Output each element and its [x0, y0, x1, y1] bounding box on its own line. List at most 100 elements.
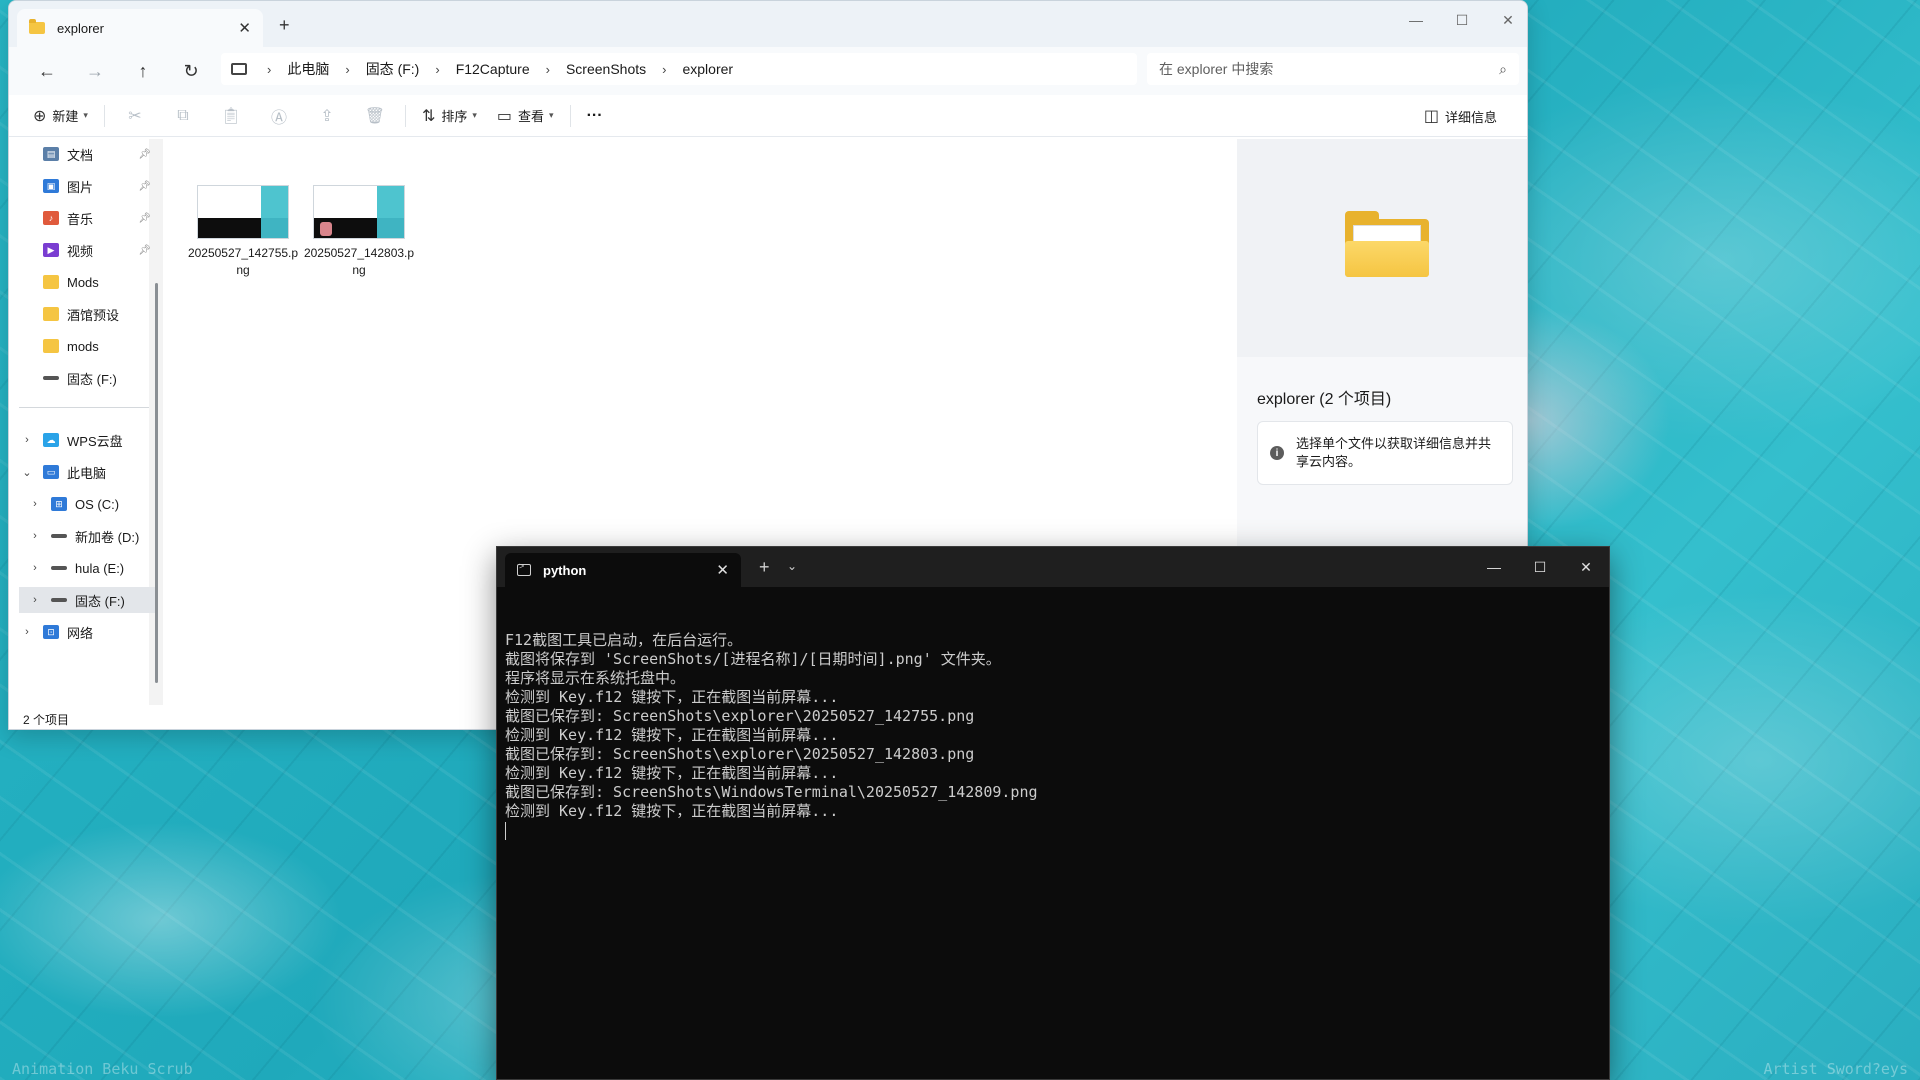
sidebar-item[interactable]: 酒馆预设 — [9, 301, 157, 327]
sidebar-item-label: 视频 — [67, 243, 94, 259]
terminal-line: 检测到 Key.f12 键按下，正在截图当前屏幕... — [505, 802, 839, 820]
file-item[interactable]: 20250527_142803.png — [303, 185, 415, 279]
view-button[interactable]: ▭ 查看 ▾ — [487, 100, 564, 132]
up-button[interactable]: ↑ — [119, 54, 167, 88]
close-window-button[interactable]: ✕ — [1563, 547, 1609, 587]
maximize-button[interactable]: ☐ — [1439, 5, 1485, 35]
paste-icon[interactable]: 📋︎ — [207, 100, 255, 132]
search-input[interactable] — [1159, 61, 1500, 77]
chevron-down-icon[interactable]: ⌄ — [787, 559, 797, 573]
chevron-right-icon[interactable]: › — [546, 62, 550, 77]
chevron-right-icon[interactable]: › — [29, 562, 41, 574]
sidebar-item-label: 固态 (F:) — [67, 371, 117, 387]
folder-icon — [1345, 211, 1429, 277]
close-tab-icon[interactable]: ✕ — [238, 19, 251, 37]
rename-icon[interactable]: Ⓐ — [255, 100, 303, 132]
pc-icon: ▭ — [43, 465, 59, 479]
maximize-button[interactable]: ☐ — [1517, 547, 1563, 587]
terminal-line: 检测到 Key.f12 键按下，正在截图当前屏幕... — [505, 688, 839, 706]
chevron-down-icon: ▾ — [472, 110, 477, 120]
delete-icon[interactable]: 🗑︎ — [351, 100, 399, 132]
cut-icon[interactable]: ✂ — [111, 100, 159, 132]
share-icon[interactable]: ⇪ — [303, 100, 351, 132]
new-button[interactable]: ⊕ 新建 ▾ — [23, 100, 98, 132]
breadcrumb-item[interactable]: 固态 (F:) — [362, 59, 424, 79]
chevron-right-icon[interactable]: › — [345, 62, 349, 77]
explorer-titlebar: explorer ✕ + — ☐ ✕ — [9, 1, 1527, 47]
terminal-output[interactable]: F12截图工具已启动，在后台运行。 截图将保存到 'ScreenShots/[进程… — [497, 587, 1609, 859]
details-title: explorer (2 个项目) — [1257, 391, 1392, 408]
breadcrumb-item[interactable]: 此电脑 — [283, 59, 333, 79]
tree-item[interactable]: › ⊞ OS (C:) — [19, 491, 155, 517]
sort-button[interactable]: ⇅ 排序 ▾ — [412, 100, 487, 132]
sidebar-item[interactable]: ▶ 视频 📌︎ — [9, 237, 157, 263]
close-tab-icon[interactable]: ✕ — [716, 561, 729, 579]
sidebar-item-label: 酒馆预设 — [67, 307, 120, 323]
tree-item[interactable]: › 新加卷 (D:) — [19, 523, 155, 549]
search-icon[interactable]: ⌕ — [1499, 61, 1507, 78]
minimize-button[interactable]: — — [1471, 547, 1517, 587]
more-options-button[interactable]: ··· — [577, 100, 613, 132]
chevron-down-icon[interactable]: ⌄ — [21, 466, 33, 479]
breadcrumb-item-current[interactable]: explorer — [678, 61, 737, 77]
drive-icon — [51, 534, 67, 538]
sidebar-item[interactable]: Mods — [9, 269, 157, 295]
search-box: ⌕ — [1147, 53, 1519, 85]
terminal-titlebar: python ✕ + ⌄ — ☐ ✕ — [497, 547, 1609, 587]
chevron-right-icon[interactable]: › — [29, 594, 41, 606]
network-icon: ⊡ — [43, 625, 59, 639]
tree-item[interactable]: › ⊡ 网络 — [19, 619, 155, 645]
pin-icon: 📌︎ — [138, 212, 151, 224]
refresh-button[interactable]: ↻ — [167, 54, 215, 88]
explorer-tab[interactable]: explorer ✕ — [17, 9, 263, 47]
cloud-icon: ☁ — [43, 433, 59, 447]
tree-item[interactable]: › ☁ WPS云盘 — [19, 427, 155, 453]
file-thumbnail — [197, 185, 289, 239]
chevron-down-icon: ▾ — [83, 110, 88, 120]
terminal-line: 检测到 Key.f12 键按下，正在截图当前屏幕... — [505, 764, 839, 782]
terminal-tab-title: python — [543, 562, 587, 578]
new-tab-button[interactable]: + — [279, 15, 290, 36]
file-item[interactable]: 20250527_142755.png — [187, 185, 299, 279]
breadcrumb[interactable]: › 此电脑 › 固态 (F:) › F12Capture › ScreenSho… — [221, 53, 1137, 85]
chevron-right-icon[interactable]: › — [435, 62, 439, 77]
folder-icon — [29, 19, 45, 34]
details-message: 选择单个文件以获取详细信息并共享云内容。 — [1296, 436, 1492, 469]
tree-item[interactable]: ⌄ ▭ 此电脑 — [19, 459, 155, 485]
chevron-right-icon[interactable]: › — [21, 434, 33, 446]
chevron-right-icon[interactable]: › — [29, 498, 41, 510]
back-button[interactable]: ← — [23, 54, 71, 88]
sidebar-item[interactable]: ▣ 图片 📌︎ — [9, 173, 157, 199]
chevron-right-icon[interactable]: › — [29, 530, 41, 542]
minimize-button[interactable]: — — [1393, 5, 1439, 35]
sidebar-item-label: 音乐 — [67, 211, 94, 227]
copy-icon[interactable]: ⧉ — [159, 100, 207, 132]
breadcrumb-item[interactable]: F12Capture — [452, 61, 534, 77]
forward-button[interactable]: → — [71, 54, 119, 88]
pc-icon — [231, 63, 247, 75]
terminal-line: 检测到 Key.f12 键按下，正在截图当前屏幕... — [505, 726, 839, 744]
new-tab-button[interactable]: + — [759, 557, 770, 578]
sidebar-item[interactable]: 固态 (F:) — [9, 365, 157, 391]
sidebar-item[interactable]: ▤ 文档 📌︎ — [9, 141, 157, 167]
terminal-tab[interactable]: python ✕ — [505, 553, 741, 587]
sidebar-divider — [19, 407, 149, 408]
breadcrumb-item[interactable]: ScreenShots — [562, 61, 650, 77]
folder-icon — [43, 275, 59, 289]
tree-item[interactable]: › 固态 (F:) — [19, 587, 155, 613]
sidebar-item[interactable]: ♪ 音乐 📌︎ — [9, 205, 157, 231]
drive-icon — [51, 566, 67, 570]
chevron-right-icon[interactable]: › — [21, 626, 33, 638]
details-pane-button[interactable]: ◫ 详细信息 — [1414, 100, 1507, 132]
tree-item[interactable]: › hula (E:) — [19, 555, 155, 581]
sidebar-item[interactable]: mods — [9, 333, 157, 359]
details-pane-icon: ◫ — [1423, 108, 1439, 125]
file-name: 20250527_142755.png — [187, 246, 299, 277]
info-icon: i — [1270, 446, 1284, 460]
chevron-right-icon[interactable]: › — [662, 62, 666, 77]
sidebar-item-label: 图片 — [67, 179, 94, 195]
folder-icon — [43, 307, 59, 321]
navigation-pane: ▤ 文档 📌︎ ▣ 图片 📌︎ ♪ 音乐 📌︎ ▶ 视频 📌︎ Mods 酒馆预设 mods 固态 (F:) … — [9, 139, 169, 705]
close-window-button[interactable]: ✕ — [1485, 5, 1527, 35]
separator — [569, 104, 571, 127]
